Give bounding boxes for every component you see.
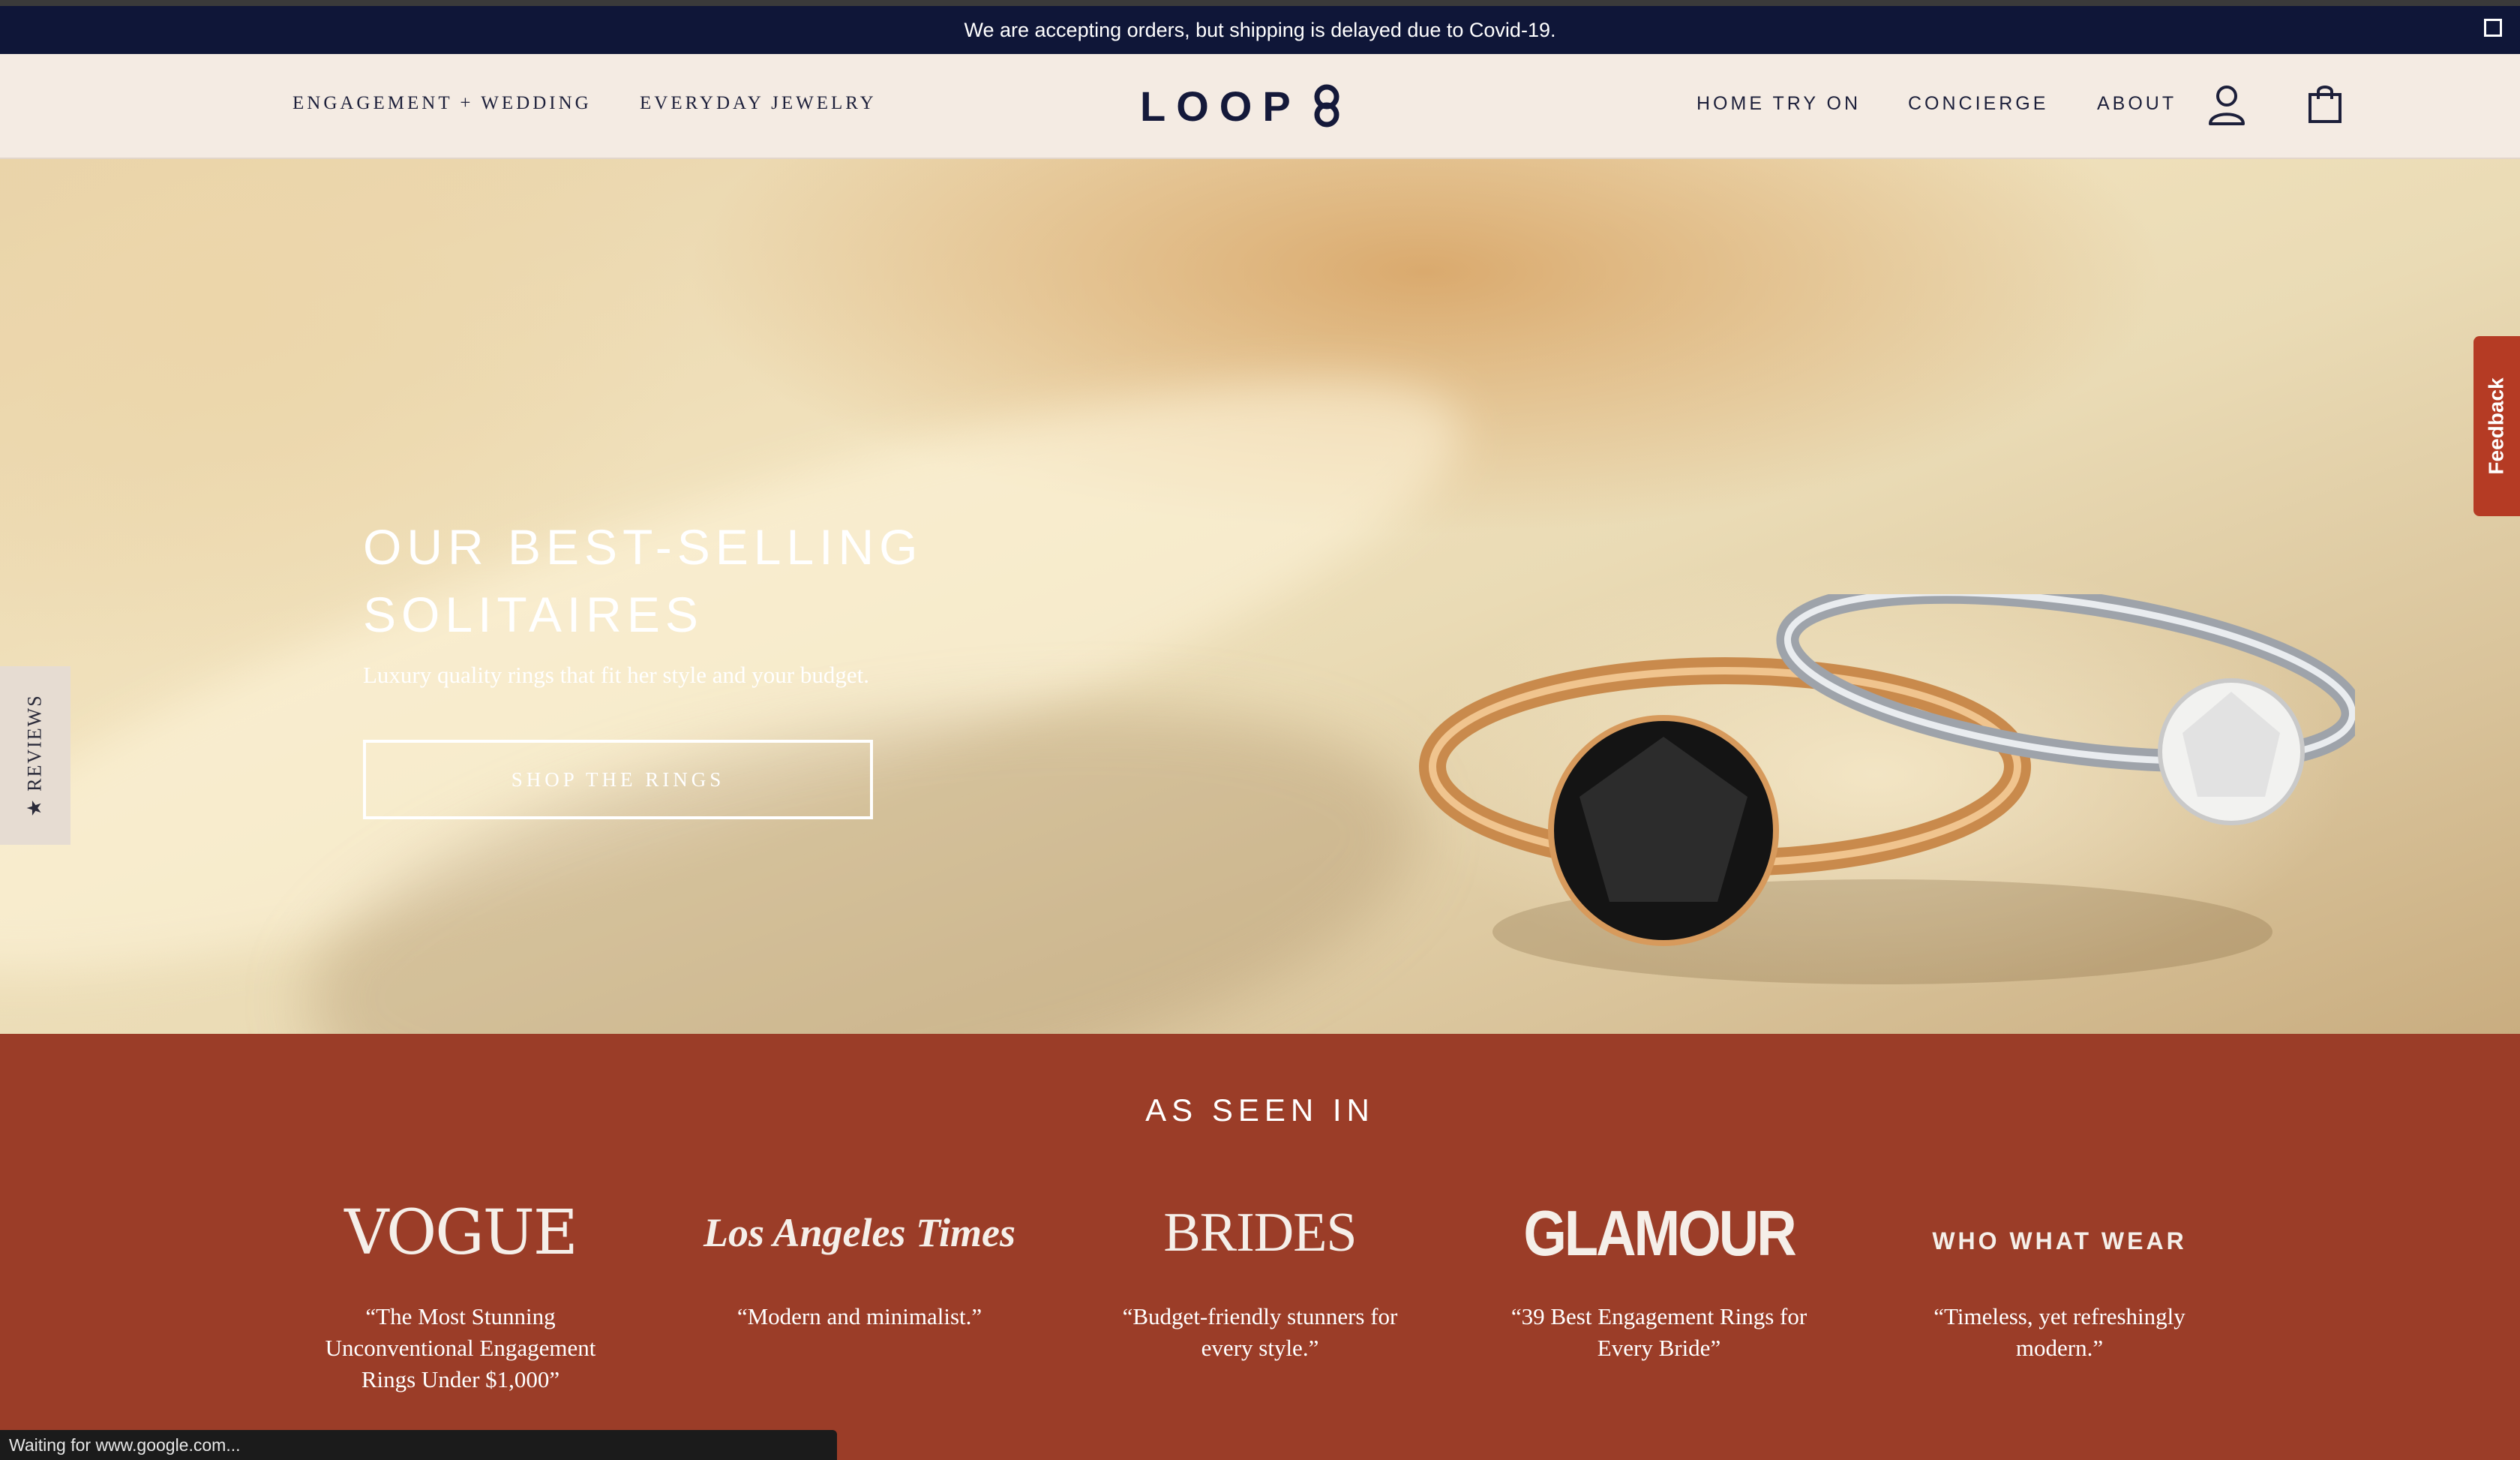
loop-logo-icon [1314,84,1340,128]
brand-logo-text: LOOP [1140,82,1301,130]
brides-logo-text: BRIDES [1163,1201,1357,1263]
glamour-logo-text: GLAMOUR [1523,1197,1796,1269]
press-quote: “39 Best Engagement Rings for Every Brid… [1510,1303,1808,1361]
reviews-tab[interactable]: ★ REVIEWS [0,666,70,845]
hero-banner: OUR BEST-SELLING SOLITAIRES Luxury quali… [0,159,2520,1034]
nav-concierge[interactable]: CONCIERGE [1908,93,2048,115]
press-quote: “Budget-friendly stunners for every styl… [1122,1303,1398,1361]
nav-everyday-jewelry[interactable]: EVERYDAY JEWELRY [640,93,877,114]
nav-about[interactable]: ABOUT [2097,93,2176,115]
press-quote: “Modern and minimalist.” [736,1303,982,1329]
feedback-tab-label: Feedback [2485,377,2509,475]
browser-status-bar: Waiting for www.google.com... [0,1430,837,1460]
reviews-tab-label: ★ REVIEWS [24,694,46,817]
la-times-logo-text: Los Angeles Times [704,1210,1016,1255]
announcement-bar: We are accepting orders, but shipping is… [0,6,2520,54]
main-navigation: ENGAGEMENT + WEDDING EVERYDAY JEWELRY LO… [0,54,2520,159]
browser-top-edge [0,0,2520,6]
press-quote: “Timeless, yet refreshingly modern.” [1934,1303,2186,1361]
shop-the-rings-button[interactable]: SHOP THE RINGS [363,740,873,819]
who-what-wear-logo-text: WHO WHAT WEAR [1932,1227,2187,1254]
vogue-logo: VOGUE [303,1191,618,1274]
press-item-glamour: GLAMOUR “39 Best Engagement Rings for Ev… [1502,1191,1816,1364]
la-times-logo: Los Angeles Times [702,1191,1017,1274]
feedback-tab[interactable]: Feedback [2474,336,2520,516]
announcement-text: We are accepting orders, but shipping is… [964,18,1556,41]
nav-home-try-on[interactable]: HOME TRY ON [1696,93,1861,115]
press-item-brides: BRIDES “Budget-friendly stunners for eve… [1102,1191,1418,1364]
press-item-vogue: VOGUE “The Most Stunning Unconventional … [303,1191,618,1395]
nav-engagement-wedding[interactable]: ENGAGEMENT + WEDDING [292,93,592,114]
account-icon[interactable] [2208,84,2246,126]
brand-logo[interactable]: LOOP [1140,80,1342,132]
hero-title: OUR BEST-SELLING SOLITAIRES [363,513,1038,648]
press-quote: “The Most Stunning Unconventional Engage… [325,1303,596,1392]
press-heading: AS SEEN IN [1145,1092,1375,1128]
shopping-bag-icon[interactable] [2307,84,2343,125]
hero-title-line1: OUR BEST-SELLING [363,519,923,575]
vogue-logo-text: VOGUE [344,1197,578,1269]
hero-subtitle: Luxury quality rings that fit her style … [363,662,869,688]
press-item-who-what-wear: WHO WHAT WEAR “Timeless, yet refreshingl… [1902,1191,2217,1364]
press-item-la-times: Los Angeles Times “Modern and minimalist… [702,1191,1017,1332]
press-section: AS SEEN IN VOGUE “The Most Stunning Unco… [0,1034,2520,1460]
hero-title-line2: SOLITAIRES [363,587,704,642]
who-what-wear-logo: WHO WHAT WEAR [1902,1191,2217,1274]
brides-logo: BRIDES [1102,1191,1418,1274]
close-icon[interactable] [2484,19,2502,37]
glamour-logo: GLAMOUR [1502,1191,1816,1274]
rings-image [1419,594,2355,984]
